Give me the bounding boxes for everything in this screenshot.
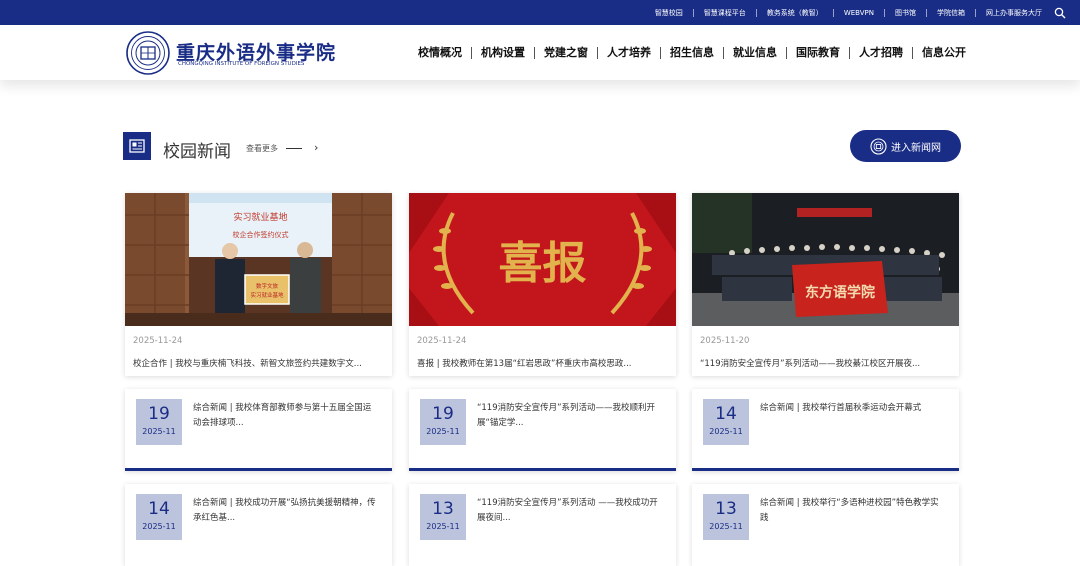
date-badge: 19 2025-11 (420, 399, 466, 445)
featured-news-card[interactable]: 东方语学院 2025-11-20 “119消防安全宣传月”系列活动——我校綦江校… (692, 193, 959, 376)
chevron-right-icon[interactable]: › (314, 141, 318, 154)
date-year-month: 2025-11 (426, 522, 460, 531)
view-more-link[interactable]: 查看更多 (246, 143, 278, 154)
news-list-title[interactable]: 综合新闻 | 我校举行首届秋季运动会开幕式 (760, 401, 946, 416)
date-year-month: 2025-11 (426, 427, 460, 436)
news-photo-congratulations: 喜报 (409, 193, 676, 326)
news-title[interactable]: “119消防安全宣传月”系列活动——我校綦江校区开展夜... (700, 357, 952, 369)
news-photo-group-night: 东方语学院 (692, 193, 959, 326)
date-day: 14 (715, 404, 737, 424)
site-header: 重庆外语外事学院 CHONGQING INSTITUTE OF FOREIGN … (0, 25, 1080, 80)
enter-news-site-button[interactable]: 进入新闻网 (850, 130, 961, 162)
date-badge: 14 2025-11 (703, 399, 749, 445)
plaque-line2: 实习就业基地 (250, 291, 284, 299)
date-year-month: 2025-11 (142, 427, 176, 436)
news-list-item[interactable]: 19 2025-11 综合新闻 | 我校体育部教师参与第十五届全国运动会排球项.… (125, 389, 392, 471)
news-title[interactable]: 校企合作 | 我校与重庆楠飞科技、新智文旅签约共建数字文... (133, 357, 385, 369)
toplink-academic-system[interactable]: 教务系统（教智） (757, 8, 834, 17)
search-icon[interactable] (1054, 7, 1066, 19)
nav-item-international[interactable]: 国际教育 (787, 46, 850, 59)
date-day: 13 (715, 499, 737, 519)
date-day: 13 (432, 499, 454, 519)
nav-item-disclosure[interactable]: 信息公开 (913, 46, 966, 59)
news-list-title[interactable]: 综合新闻 | 我校举行“多语种进校园”特色教学实践 (760, 496, 946, 526)
top-links: 智慧校园 智慧课程平台 教务系统（教智） WEBVPN 图书馆 学院信箱 网上办… (645, 0, 1066, 25)
date-badge: 13 2025-11 (703, 494, 749, 540)
news-date: 2025-11-24 (417, 336, 467, 346)
nav-item-recruitment[interactable]: 人才招聘 (850, 46, 913, 59)
flag-text: 东方语学院 (805, 284, 875, 301)
news-date: 2025-11-20 (700, 336, 750, 346)
divider-line (286, 148, 302, 149)
globe-logo-icon (870, 137, 887, 155)
date-day: 14 (148, 499, 170, 519)
news-list-item[interactable]: 14 2025-11 综合新闻 | 我校举行首届秋季运动会开幕式 (692, 389, 959, 471)
news-list-item[interactable]: 13 2025-11 “119消防安全宣传月”系列活动 ——我校成功开展夜间..… (409, 484, 676, 566)
news-list-item[interactable]: 13 2025-11 综合新闻 | 我校举行“多语种进校园”特色教学实践 (692, 484, 959, 566)
date-year-month: 2025-11 (709, 427, 743, 436)
news-list-title[interactable]: 综合新闻 | 我校体育部教师参与第十五届全国运动会排球项... (193, 401, 379, 431)
nav-item-organization[interactable]: 机构设置 (472, 46, 535, 59)
news-photo-signing-ceremony: 实习就业基地 校企合作签约仪式 数字文旅 实习就业基地 (125, 193, 392, 326)
nav-item-overview[interactable]: 校情概况 (409, 46, 472, 59)
nav-item-talent-training[interactable]: 人才培养 (598, 46, 661, 59)
date-day: 19 (148, 404, 170, 424)
news-list-item[interactable]: 14 2025-11 综合新闻 | 我校成功开展“弘扬抗美援朝精神，传承红色基.… (125, 484, 392, 566)
news-list-title[interactable]: “119消防安全宣传月”系列活动 ——我校成功开展夜间... (477, 496, 663, 526)
news-title[interactable]: 喜报 | 我校教师在第13届“红岩思政”杯重庆市高校思政... (417, 357, 669, 369)
section-title: 校园新闻 (163, 142, 231, 162)
main-navigation: 校情概况 机构设置 党建之窗 人才培养 招生信息 就业信息 国际教育 人才招聘 … (409, 25, 966, 80)
school-emblem-icon[interactable] (126, 31, 170, 75)
nav-item-admissions[interactable]: 招生信息 (661, 46, 724, 59)
nav-item-party-building[interactable]: 党建之窗 (535, 46, 598, 59)
toplink-library[interactable]: 图书馆 (885, 8, 927, 17)
date-badge: 13 2025-11 (420, 494, 466, 540)
news-list-title[interactable]: “119消防安全宣传月”系列活动——我校顺利开展“锚定学... (477, 401, 663, 431)
newspaper-icon (123, 132, 151, 160)
news-list-title[interactable]: 综合新闻 | 我校成功开展“弘扬抗美援朝精神，传承红色基... (193, 496, 379, 526)
top-utility-bar: 智慧校园 智慧课程平台 教务系统（教智） WEBVPN 图书馆 学院信箱 网上办… (0, 0, 1080, 25)
featured-news-card[interactable]: 实习就业基地 校企合作签约仪式 数字文旅 实习就业基地 2025-11-24 校… (125, 193, 392, 376)
date-badge: 14 2025-11 (136, 494, 182, 540)
toplink-service-hall[interactable]: 网上办事服务大厅 (976, 9, 1052, 17)
logo-english-name[interactable]: CHONGQING INSTITUTE OF FOREIGN STUDIES (178, 61, 304, 67)
banner-subtitle: 校企合作签约仪式 (233, 230, 289, 239)
featured-news-card[interactable]: 喜报 2025-11-24 喜报 | 我校教师在第13届“红岩思政”杯重庆市高校… (409, 193, 676, 376)
date-year-month: 2025-11 (142, 522, 176, 531)
plaque-line1: 数字文旅 (256, 282, 279, 290)
toplink-course-platform[interactable]: 智慧课程平台 (694, 8, 757, 17)
headline-text: 喜报 (499, 238, 587, 289)
date-badge: 19 2025-11 (136, 399, 182, 445)
news-list-item[interactable]: 19 2025-11 “119消防安全宣传月”系列活动——我校顺利开展“锚定学.… (409, 389, 676, 471)
toplink-mailbox[interactable]: 学院信箱 (927, 8, 976, 17)
date-day: 19 (432, 404, 454, 424)
banner-title: 实习就业基地 (233, 211, 287, 223)
nav-item-employment[interactable]: 就业信息 (724, 46, 787, 59)
toplink-webvpn[interactable]: WEBVPN (834, 8, 885, 17)
date-year-month: 2025-11 (709, 522, 743, 531)
toplink-smart-campus[interactable]: 智慧校园 (645, 8, 694, 17)
enter-news-site-label: 进入新闻网 (891, 142, 941, 154)
news-date: 2025-11-24 (133, 336, 183, 346)
